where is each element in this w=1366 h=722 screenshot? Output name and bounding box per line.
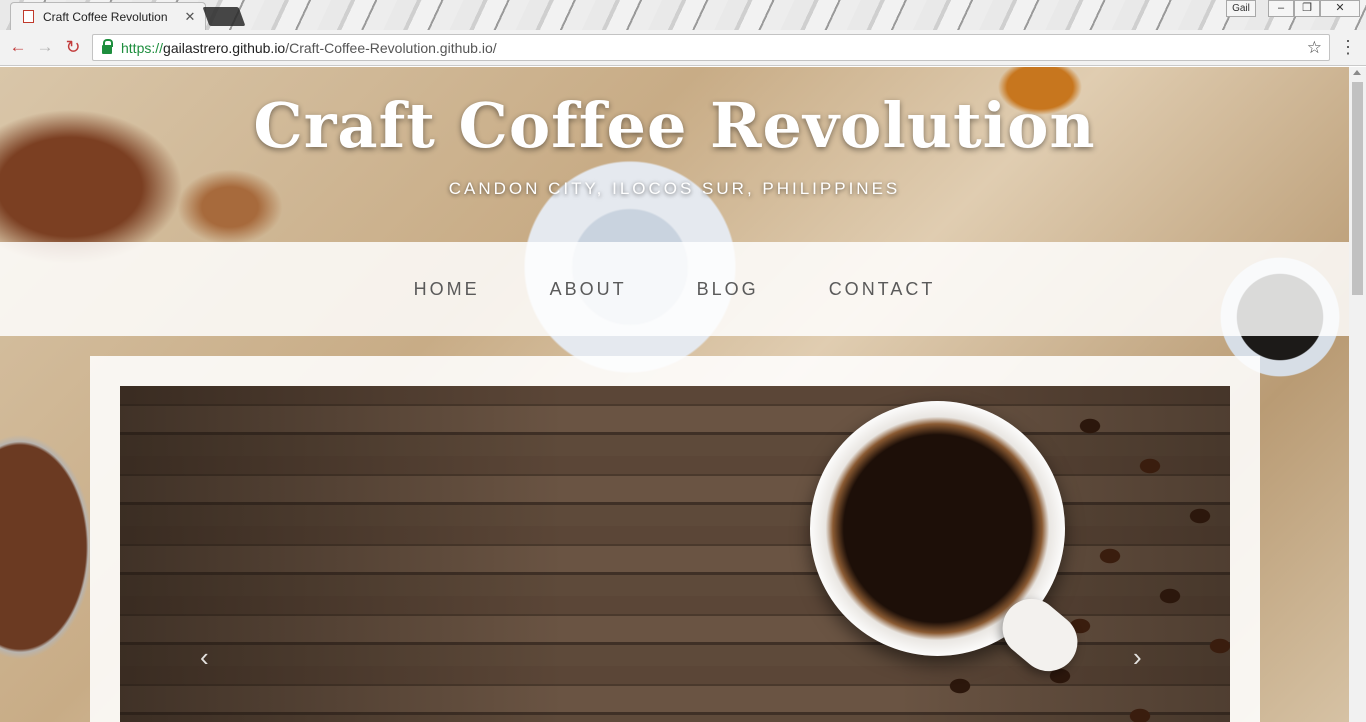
nav-link-home[interactable]: HOME <box>414 279 480 300</box>
back-icon[interactable]: ← <box>6 36 30 60</box>
forward-icon[interactable]: → <box>33 36 57 60</box>
browser-toolbar: ← → ↻ https://gailastrero.github.io/Craf… <box>0 30 1366 66</box>
browser-titlebar: Craft Coffee Revolution ✕ Gail – ❐ ✕ <box>0 0 1366 30</box>
new-tab-button[interactable] <box>202 7 246 26</box>
content-panel: ‹ › <box>90 356 1260 722</box>
menu-icon[interactable]: ⋮ <box>1338 38 1358 58</box>
site-navigation: HOME ABOUT BLOG CONTACT <box>0 242 1349 336</box>
url-path: /Craft-Coffee-Revolution.github.io/ <box>285 39 497 56</box>
star-icon[interactable]: ☆ <box>1307 38 1322 58</box>
carousel-prev-icon[interactable]: ‹ <box>200 644 209 670</box>
close-window-button[interactable]: ✕ <box>1320 0 1360 17</box>
tab-close-icon[interactable]: ✕ <box>183 9 197 25</box>
restore-button[interactable]: ❐ <box>1294 0 1320 17</box>
url-text[interactable]: https://gailastrero.github.io/Craft-Coff… <box>121 40 497 56</box>
nav-link-contact[interactable]: CONTACT <box>829 279 936 300</box>
url-host: gailastrero.github.io <box>163 39 286 56</box>
profile-button[interactable]: Gail <box>1226 0 1256 17</box>
browser-tab[interactable]: Craft Coffee Revolution ✕ <box>10 2 206 30</box>
page-viewport: Craft Coffee Revolution CANDON CITY, ILO… <box>0 67 1349 722</box>
nav-link-about[interactable]: ABOUT <box>550 279 627 300</box>
tab-title: Craft Coffee Revolution <box>43 9 168 24</box>
lock-icon <box>102 39 113 54</box>
scrollbar-thumb[interactable] <box>1352 82 1363 295</box>
document-icon <box>23 10 34 23</box>
minimize-button[interactable]: – <box>1268 0 1294 17</box>
image-carousel[interactable]: ‹ › <box>120 386 1230 722</box>
address-bar[interactable]: https://gailastrero.github.io/Craft-Coff… <box>92 34 1330 61</box>
reload-icon[interactable]: ↻ <box>61 36 85 60</box>
site-subtitle: CANDON CITY, ILOCOS SUR, PHILIPPINES <box>448 179 901 198</box>
page-scrollbar[interactable] <box>1349 67 1366 722</box>
carousel-next-icon[interactable]: › <box>1133 644 1142 670</box>
url-scheme: https:// <box>121 39 164 56</box>
site-title: Craft Coffee Revolution <box>253 89 1096 162</box>
scroll-up-icon[interactable] <box>1353 70 1361 75</box>
nav-link-blog[interactable]: BLOG <box>697 279 759 300</box>
